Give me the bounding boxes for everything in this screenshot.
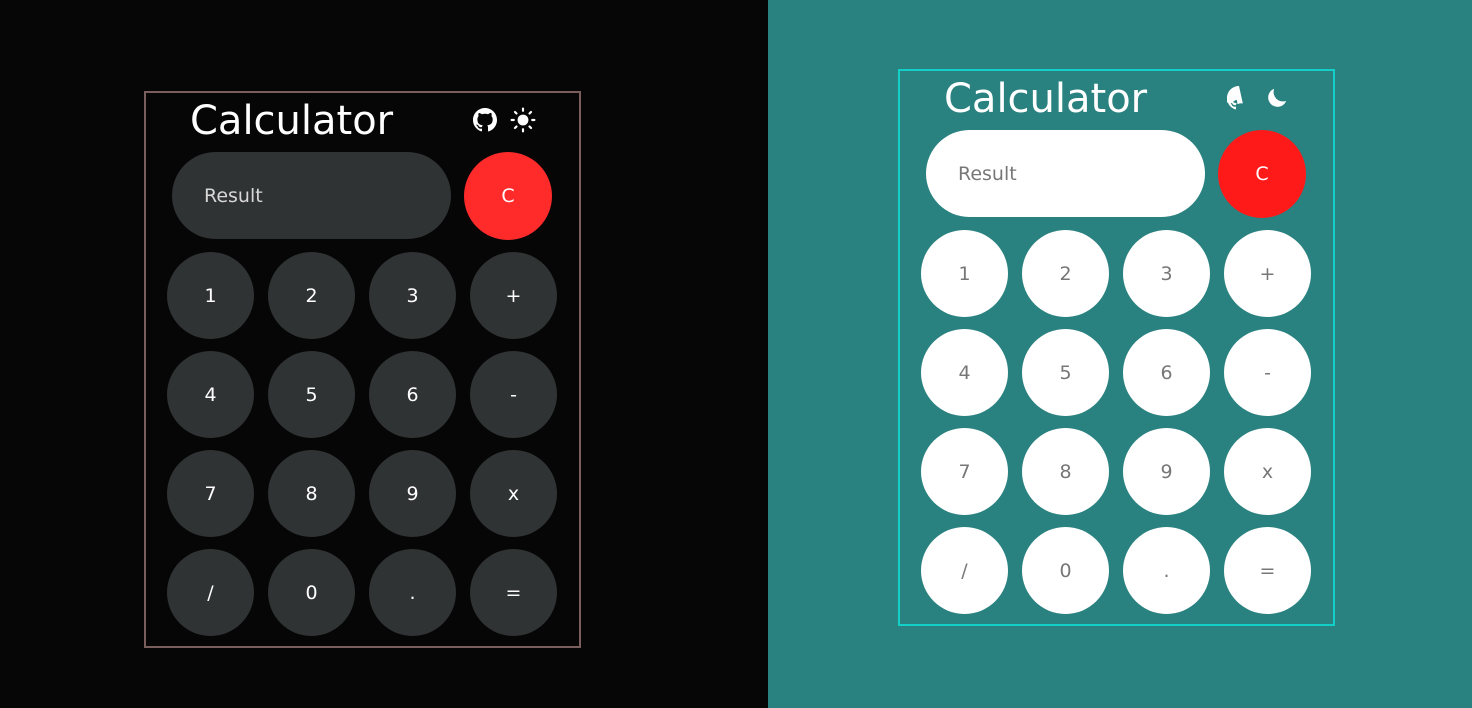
key-3[interactable]: 3 <box>369 252 456 339</box>
key-divide[interactable]: / <box>167 549 254 636</box>
key-1[interactable]: 1 <box>167 252 254 339</box>
key-plus[interactable]: + <box>470 252 557 339</box>
keypad: 1 2 3 + 4 5 6 - 7 8 9 x / 0 . = <box>921 230 1313 614</box>
github-icon[interactable] <box>1226 85 1252 111</box>
key-plus[interactable]: + <box>1224 230 1311 317</box>
key-decimal[interactable]: . <box>369 549 456 636</box>
calculator-title: Calculator <box>190 98 394 144</box>
light-theme-panel: Calculator Result C 1 2 3 + 4 5 6 - 7 8 … <box>768 0 1472 708</box>
key-0[interactable]: 0 <box>268 549 355 636</box>
key-6[interactable]: 6 <box>1123 329 1210 416</box>
dark-theme-panel: Calculator Result C 1 2 3 + 4 5 6 - 7 8 … <box>0 0 768 708</box>
key-0[interactable]: 0 <box>1022 527 1109 614</box>
calculator-dark: Calculator Result C 1 2 3 + 4 5 6 - 7 8 … <box>144 91 581 648</box>
clear-button[interactable]: C <box>464 152 552 240</box>
key-multiply[interactable]: x <box>470 450 557 537</box>
key-9[interactable]: 9 <box>1123 428 1210 515</box>
key-7[interactable]: 7 <box>921 428 1008 515</box>
key-6[interactable]: 6 <box>369 351 456 438</box>
key-9[interactable]: 9 <box>369 450 456 537</box>
key-5[interactable]: 5 <box>1022 329 1109 416</box>
key-1[interactable]: 1 <box>921 230 1008 317</box>
key-7[interactable]: 7 <box>167 450 254 537</box>
key-4[interactable]: 4 <box>921 329 1008 416</box>
key-equals[interactable]: = <box>1224 527 1311 614</box>
key-multiply[interactable]: x <box>1224 428 1311 515</box>
key-2[interactable]: 2 <box>1022 230 1109 317</box>
key-4[interactable]: 4 <box>167 351 254 438</box>
result-placeholder: Result <box>958 162 1017 185</box>
keypad: 1 2 3 + 4 5 6 - 7 8 9 x / 0 . = <box>167 252 559 636</box>
key-divide[interactable]: / <box>921 527 1008 614</box>
key-3[interactable]: 3 <box>1123 230 1210 317</box>
key-8[interactable]: 8 <box>268 450 355 537</box>
key-decimal[interactable]: . <box>1123 527 1210 614</box>
result-display[interactable]: Result <box>926 130 1205 217</box>
key-minus[interactable]: - <box>470 351 557 438</box>
key-equals[interactable]: = <box>470 549 557 636</box>
moon-icon[interactable] <box>1264 85 1290 111</box>
calculator-title: Calculator <box>944 76 1148 122</box>
clear-button[interactable]: C <box>1218 130 1306 218</box>
calculator-light: Calculator Result C 1 2 3 + 4 5 6 - 7 8 … <box>898 69 1335 626</box>
result-placeholder: Result <box>204 184 263 207</box>
comparison-stage: Calculator Result C 1 2 3 + 4 5 6 - 7 8 … <box>0 0 1472 708</box>
key-8[interactable]: 8 <box>1022 428 1109 515</box>
result-display[interactable]: Result <box>172 152 451 239</box>
key-minus[interactable]: - <box>1224 329 1311 416</box>
sun-icon[interactable] <box>510 107 536 133</box>
key-2[interactable]: 2 <box>268 252 355 339</box>
github-icon[interactable] <box>472 107 498 133</box>
key-5[interactable]: 5 <box>268 351 355 438</box>
